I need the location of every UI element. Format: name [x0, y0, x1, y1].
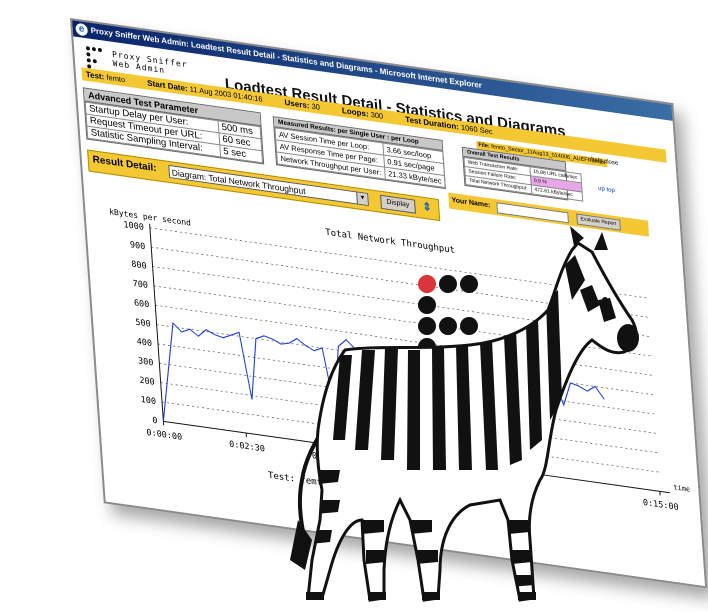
zebra-illustration: [290, 226, 639, 602]
stage: e Proxy Sniffer Web Admin: Loadtest Resu…: [0, 0, 708, 613]
